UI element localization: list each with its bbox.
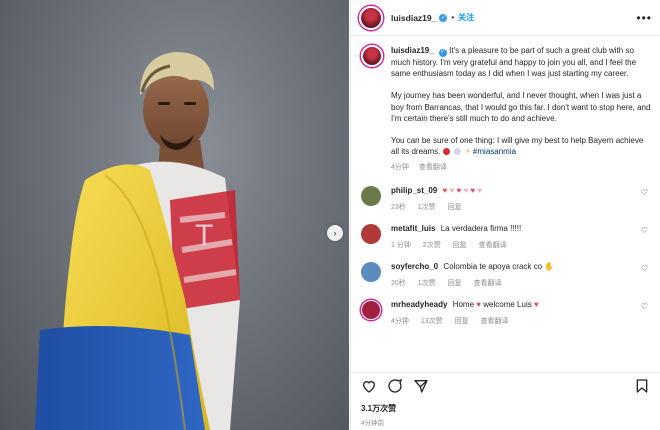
reply-button[interactable]: 回复 [448, 280, 462, 287]
post-header: luisdiaz19_ ✓ • 关注 ••• [351, 0, 660, 36]
bookmark-icon[interactable] [634, 378, 650, 394]
author-username[interactable]: luisdiaz19_ [391, 13, 436, 23]
comment-time: 4分钟 [391, 317, 409, 325]
reply-button[interactable]: 回复 [455, 318, 469, 325]
post-photo: T › [0, 0, 349, 430]
svg-text:T: T [195, 219, 213, 252]
heart-emoji: ♥ [533, 299, 539, 309]
heart-emoji: ♥ [456, 185, 462, 195]
heart-emoji: ♥ [477, 185, 483, 195]
like-comment-icon[interactable]: ♡ [641, 302, 648, 311]
caption-author-avatar[interactable] [361, 45, 383, 67]
likes-count[interactable]: 3.1万次赞 [361, 403, 396, 414]
comment-text: La verdadera firma !!!!! [440, 223, 522, 233]
comment-likes[interactable]: 2次赞 [423, 242, 441, 249]
post-time: 4分钟前 [361, 420, 385, 427]
like-comment-icon[interactable]: ♡ [641, 188, 648, 197]
translate-link[interactable]: 查看翻译 [479, 242, 507, 249]
reply-button[interactable]: 回复 [448, 204, 462, 211]
heart-emoji: ♥ [449, 185, 455, 195]
comment-item: philip_st_09 ♥ ♥ ♥ ♥ ♥ ♥ 23秒 1次赞 回复 ♡ [361, 185, 652, 212]
like-comment-icon[interactable]: ♡ [641, 264, 648, 273]
translate-link[interactable]: 查看翻译 [474, 280, 502, 287]
moon-emoji [453, 148, 461, 156]
follow-button[interactable]: 关注 [458, 12, 474, 23]
like-comment-icon[interactable]: ♡ [641, 226, 648, 235]
separator-dot: • [451, 13, 455, 22]
author-avatar[interactable] [359, 5, 383, 30]
translate-link[interactable]: 查看翻译 [481, 318, 509, 325]
comment-text: Home [452, 299, 475, 309]
caption-translate-link[interactable]: 查看翻译 [419, 164, 447, 171]
comment-time: 23秒 [391, 203, 406, 211]
caption-username[interactable]: luisdiaz19_ [391, 46, 434, 55]
reply-button[interactable]: 回复 [453, 242, 467, 249]
comment-likes[interactable]: 13次赞 [421, 318, 443, 325]
caption-paragraph-3: You can be sure of one thing: I will giv… [391, 135, 644, 157]
comment-time: 1 分钟 [391, 241, 411, 249]
caption-time: 4分钟 [391, 163, 409, 171]
commenter-username[interactable]: philip_st_09 [391, 186, 437, 195]
hashtag-link[interactable]: #miasanmia [473, 147, 516, 156]
heart-emoji: ♥ [463, 185, 469, 195]
comments-list[interactable]: luisdiaz19_ ✓ It's a pleasure to be part… [351, 37, 660, 365]
caption-paragraph-2: My journey has been wonderful, and I nev… [391, 90, 651, 124]
commenter-avatar[interactable] [361, 185, 381, 206]
like-icon[interactable] [361, 378, 377, 394]
next-image-button[interactable]: › [327, 225, 343, 241]
comment-likes[interactable]: 1次赞 [418, 280, 436, 287]
comment-text: Colombia te apoya crack co [443, 261, 543, 271]
post-actions [351, 372, 660, 394]
comment-item: metafit_luis La verdadera firma !!!!! 1 … [361, 223, 652, 250]
commenter-avatar[interactable] [361, 223, 381, 244]
comment-time: 20秒 [391, 279, 406, 287]
red-circle-emoji [442, 148, 450, 156]
heart-emoji: ♥ [442, 185, 448, 195]
more-options-icon[interactable]: ••• [636, 11, 652, 25]
comment-icon[interactable] [387, 378, 403, 394]
comment-likes[interactable]: 1次赞 [418, 204, 436, 211]
commenter-username[interactable]: mrheadyheady [391, 300, 447, 309]
comment-item: mrheadyheady Home ♥ welcome Luis ♥ 4分钟 1… [361, 299, 652, 326]
post-detail-panel: luisdiaz19_ ✓ • 关注 ••• luisdiaz19_ ✓ It'… [350, 0, 660, 430]
player-photo-illustration: T [35, 52, 240, 430]
comment-text-2: welcome Luis [483, 299, 532, 309]
share-icon[interactable] [413, 378, 429, 394]
caption: luisdiaz19_ ✓ It's a pleasure to be part… [361, 45, 652, 174]
clap-emoji: ✋ [544, 261, 555, 271]
commenter-avatar[interactable] [361, 299, 381, 320]
heart-emoji: ♥ [476, 299, 482, 309]
verified-icon: ✓ [439, 13, 448, 22]
comment-item: soyfercho_0 Colombia te apoya crack co ✋… [361, 261, 652, 288]
lightning-emoji: ⚡ [465, 147, 471, 157]
commenter-username[interactable]: metafit_luis [391, 224, 435, 233]
commenter-avatar[interactable] [361, 261, 381, 282]
heart-emoji: ♥ [470, 185, 476, 195]
verified-icon: ✓ [438, 48, 447, 57]
commenter-username[interactable]: soyfercho_0 [391, 262, 438, 271]
